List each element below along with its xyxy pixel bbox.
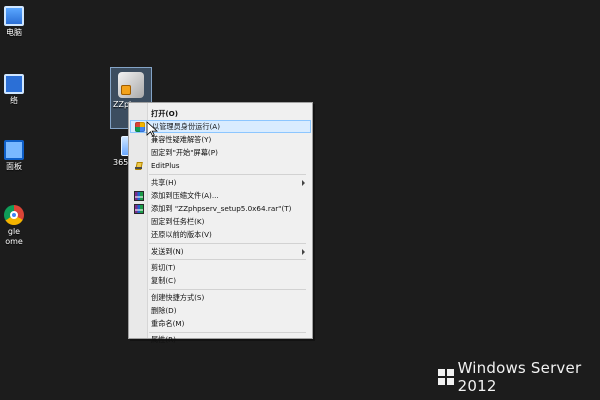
menu-item-pin-start[interactable]: 固定到"开始"屏幕(P) (130, 146, 311, 159)
shield-icon (135, 121, 145, 132)
menu-item-label: 剪切(T) (151, 262, 176, 272)
menu-item-add-archive[interactable]: 添加到压缩文件(A)... (130, 189, 311, 202)
menu-separator (149, 332, 306, 333)
menu-item-label: 删除(D) (151, 305, 177, 315)
control-panel-icon (4, 140, 24, 160)
menu-item-send-to[interactable]: 发送到(N) (130, 245, 311, 258)
menu-item-editplus[interactable]: EditPlus (130, 159, 311, 172)
submenu-arrow-icon (302, 248, 305, 255)
menu-item-share[interactable]: 共享(H) (130, 176, 311, 189)
menu-item-restore-versions[interactable]: 还原以前的版本(V) (130, 228, 311, 241)
menu-separator (149, 243, 306, 244)
menu-item-label: 复制(C) (151, 275, 177, 285)
menu-item-label: 打开(O) (151, 108, 179, 118)
menu-item-label: 兼容性疑难解答(Y) (151, 134, 212, 144)
menu-item-delete[interactable]: 删除(D) (130, 304, 311, 317)
menu-item-pin-taskbar[interactable]: 固定到任务栏(K) (130, 215, 311, 228)
menu-item-label: 固定到任务栏(K) (151, 216, 205, 226)
menu-item-open[interactable]: 打开(O) (130, 107, 311, 120)
menu-item-rename[interactable]: 重命名(M) (130, 317, 311, 330)
desktop-icon-computer[interactable]: 电脑 (0, 6, 28, 38)
menu-item-label: 发送到(N) (151, 246, 184, 256)
menu-item-copy[interactable]: 复制(C) (130, 274, 311, 287)
rar-icon (134, 190, 144, 201)
windows-server-watermark: Windows Server 2012 (438, 359, 600, 395)
chrome-icon (4, 205, 24, 225)
menu-separator (149, 174, 306, 175)
network-icon (4, 74, 24, 94)
menu-item-label: 以管理员身份运行(A) (152, 121, 221, 131)
computer-icon (4, 6, 24, 26)
desktop[interactable]: 电脑 络 面板 gle ome ZZphpserv_setup 365s 打开(… (0, 0, 600, 400)
menu-item-properties[interactable]: 属性(R) (130, 334, 311, 346)
menu-item-label: 固定到"开始"屏幕(P) (151, 147, 218, 157)
desktop-icon-control-panel[interactable]: 面板 (0, 140, 28, 172)
mouse-cursor-icon (146, 121, 158, 137)
menu-separator (149, 259, 306, 260)
menu-separator (149, 289, 306, 290)
rar-icon (134, 203, 144, 214)
menu-item-label: 添加到 "ZZphpserv_setup5.0x64.rar"(T) (151, 203, 292, 213)
menu-item-label: 重命名(M) (151, 318, 185, 328)
editplus-icon (134, 161, 144, 171)
menu-item-label: 共享(H) (151, 177, 177, 187)
desktop-icon-label: 电脑 (6, 28, 22, 37)
desktop-icon-chrome[interactable]: gle ome (0, 205, 28, 247)
menu-item-label: EditPlus (151, 161, 180, 170)
menu-item-cut[interactable]: 剪切(T) (130, 261, 311, 274)
windows-logo-icon (438, 369, 454, 385)
context-menu: 打开(O) 以管理员身份运行(A) 兼容性疑难解答(Y) 固定到"开始"屏幕(P… (128, 102, 313, 344)
menu-item-add-to-rar[interactable]: 添加到 "ZZphpserv_setup5.0x64.rar"(T) (130, 202, 311, 215)
desktop-icon-label: 络 (10, 96, 18, 105)
submenu-arrow-icon (302, 179, 305, 186)
desktop-icon-label: gle ome (5, 227, 23, 246)
desktop-icon-label: 面板 (6, 162, 22, 171)
menu-item-label: 属性(R) (151, 335, 176, 344)
menu-item-label: 还原以前的版本(V) (151, 229, 212, 239)
menu-item-create-shortcut[interactable]: 创建快捷方式(S) (130, 291, 311, 304)
watermark-text: Windows Server 2012 (457, 359, 582, 395)
menu-item-label: 创建快捷方式(S) (151, 292, 205, 302)
installer-icon (118, 72, 144, 98)
menu-item-label: 添加到压缩文件(A)... (151, 190, 219, 200)
desktop-icon-network[interactable]: 络 (0, 74, 28, 106)
